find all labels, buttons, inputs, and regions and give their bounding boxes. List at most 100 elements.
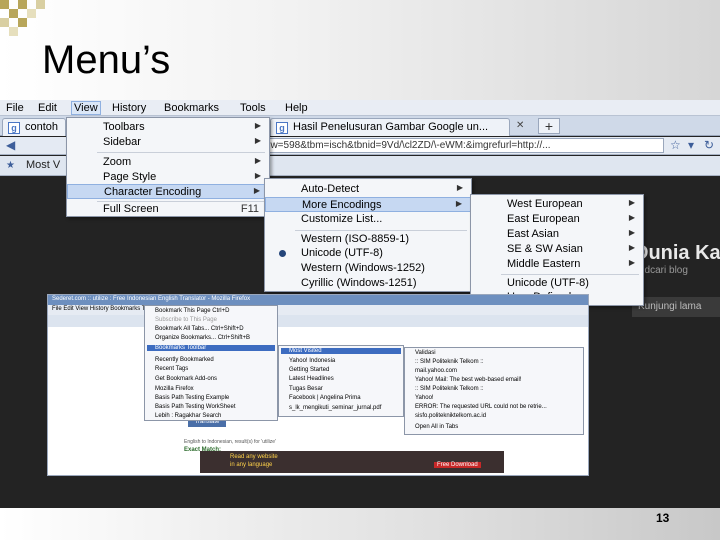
mini-menu-item[interactable]: Mozilla Firefox [155,386,194,392]
mini-bookmarks-menu: Bookmark This Page Ctrl+D Subscribe to T… [144,305,278,421]
menu-bookmarks[interactable]: Bookmarks [164,102,219,114]
banner-line: in any language [230,462,273,468]
menu-item-sidebar[interactable]: Sidebar ▶ [67,135,269,150]
mini-ad-banner: Read any website in any language Free Do… [200,451,504,473]
mini-menu-item[interactable]: :: SIM Politeknik Telkom :: [415,386,484,392]
menu-file[interactable]: File [6,102,24,114]
menu-item-east-european[interactable]: East European ▶ [471,212,643,227]
more-encodings-menu: West European ▶ East European ▶ East Asian… [470,194,644,306]
submenu-arrow-icon: ▶ [455,199,462,208]
back-icon[interactable]: ◀ [6,138,15,152]
visit-button[interactable]: Kunjungi lama [632,297,720,317]
menu-item-west-european[interactable]: West European ▶ [471,197,643,212]
submenu-arrow-icon: ▶ [254,156,261,165]
menu-item-full-screen[interactable]: Full Screen F11 [67,202,269,217]
mini-menu-item[interactable]: Basis Path Testing Example [155,395,229,401]
submenu-arrow-icon: ▶ [628,243,635,252]
mini-menu-item[interactable]: Tugas Besar [289,386,323,392]
bookmark-star-icon[interactable]: ☆ [670,138,681,152]
menu-item-western-windows[interactable]: Western (Windows-1252) [265,261,471,276]
menu-edit[interactable]: Edit [38,102,57,114]
menu-item-cyrillic[interactable]: Cyrillic (Windows-1251) [265,276,471,291]
submenu-arrow-icon: ▶ [628,258,635,267]
character-encoding-menu: Auto-Detect ▶ More Encodings ▶ Customize L… [264,178,472,292]
slide-page-number: 13 [656,511,670,525]
google-icon: g [276,122,288,134]
mini-menu-item[interactable]: Validasi [415,350,436,356]
star-icon: ★ [6,160,15,171]
menu-separator [295,230,467,231]
mini-most-visited-menu: Validasi :: SIM Politeknik Telkom :: mai… [404,347,584,435]
mini-menu-item[interactable]: Lebih : Ragakhar Search [155,413,221,419]
mini-menu-item[interactable]: Open All in Tabs [415,424,458,430]
free-download-button[interactable]: Free Download [434,462,481,468]
mini-menu-item[interactable]: sisfo.politekniktelkom.ac.id [415,413,486,419]
result-line: English to Indonesian, result(s) for 'ut… [184,439,276,445]
menu-separator [501,274,639,275]
mini-menu-item[interactable]: ERROR: The requested URL could not be re… [415,404,547,410]
mini-menu-item[interactable]: Bookmark This Page Ctrl+D [155,308,229,314]
slide-title: Menu’s [42,38,171,82]
tab-contoh[interactable]: g contoh [2,118,66,136]
mini-menu-item[interactable]: s_lk_mengikuti_seminar_jurnal.pdf [289,405,381,411]
mini-menu-item[interactable]: Yahoo! [415,395,434,401]
browser-menubar: File Edit View History Bookmarks Tools H… [0,100,720,116]
submenu-arrow-icon: ▶ [254,171,261,180]
mini-menu-item-bookmarks-toolbar[interactable]: Bookmarks Toolbar [147,345,275,351]
mini-menu-item[interactable]: Facebook | Angelina Prima [289,395,361,401]
browser-screenshot: File Edit View History Bookmarks Tools H… [0,100,720,508]
submenu-arrow-icon: ▶ [628,228,635,237]
mini-menu-item[interactable]: Subscribe to This Page [155,317,217,323]
menu-item-zoom[interactable]: Zoom ▶ [67,155,269,170]
dropdown-icon[interactable]: ▾ [688,138,694,152]
menu-item-unicode-utf8[interactable]: Unicode (UTF-8) [265,246,471,261]
mini-menu-item[interactable]: Getting Started [289,367,329,373]
mini-menu-item-most-visited[interactable]: Most Visited [281,348,401,354]
menu-item-customize-list[interactable]: Customize List... [265,212,471,227]
menu-item-toolbars[interactable]: Toolbars ▶ [67,120,269,135]
mini-menu-item[interactable]: Yahoo! Indonesia [289,358,335,364]
menu-item-character-encoding[interactable]: Character Encoding ▶ [67,184,269,199]
submenu-arrow-icon: ▶ [254,136,261,145]
url-field[interactable]: &biw=598&tbm=isch&tbnid=9Vd/\cl2ZD/\-eWM… [252,138,664,153]
close-tab-icon[interactable]: ✕ [516,120,524,131]
menu-item-middle-eastern[interactable]: Middle Eastern ▶ [471,257,643,272]
mini-menu-item[interactable]: Basis Path Testing WorkSheet [155,404,236,410]
menu-item-page-style[interactable]: Page Style ▶ [67,170,269,185]
tab-label: Hasil Penelusuran Gambar Google un... [293,121,489,133]
mini-menu-item[interactable]: Recent Tags [155,366,188,372]
menu-tools[interactable]: Tools [240,102,266,114]
view-menu: Toolbars ▶ Sidebar ▶ Zoom ▶ Page Style ▶ Cha… [66,117,270,217]
mini-menu-item[interactable]: Yahoo! Mail: The best web-based email! [415,377,522,383]
mini-menu-item[interactable]: Organize Bookmarks... Ctrl+Shift+B [155,335,250,341]
mini-menu-item[interactable]: Get Bookmark Add-ons [155,376,217,382]
submenu-arrow-icon: ▶ [456,183,463,192]
mini-menu-item[interactable]: :: SIM Politeknik Telkom :: [415,359,484,365]
google-icon: g [8,122,20,134]
menu-item-se-sw-asian[interactable]: SE & SW Asian ▶ [471,242,643,257]
bottom-band [0,508,720,540]
bookmark-most-visited[interactable]: Most V [26,159,60,171]
submenu-arrow-icon: ▶ [253,186,260,195]
menu-view[interactable]: View [71,101,101,115]
menu-item-more-encodings[interactable]: More Encodings ▶ [265,197,471,212]
tab-google-images[interactable]: g Hasil Penelusuran Gambar Google un... [270,118,510,136]
menu-help[interactable]: Help [285,102,308,114]
menu-separator [97,152,265,153]
submenu-arrow-icon: ▶ [254,121,261,130]
mini-toolbar-menu: Most Visited Yahoo! Indonesia Getting St… [278,345,404,417]
mini-menu-item[interactable]: Bookmark All Tabs... Ctrl+Shift+D [155,326,244,332]
mini-menu-item[interactable]: Latest Headlines [289,376,334,382]
reload-icon[interactable]: ↻ [704,138,714,152]
new-tab-button[interactable]: + [538,118,560,134]
menu-item-east-asian[interactable]: East Asian ▶ [471,227,643,242]
menu-item-western-iso[interactable]: Western (ISO-8859-1) [265,232,471,247]
mini-menu-item[interactable]: mail.yahoo.com [415,368,457,374]
corner-checker-decoration [0,0,54,42]
menu-item-unicode-utf8-more[interactable]: Unicode (UTF-8) [471,276,643,291]
submenu-arrow-icon: ▶ [628,213,635,222]
mini-menu-item[interactable]: Recently Bookmarked [155,357,214,363]
menu-item-auto-detect[interactable]: Auto-Detect ▶ [265,182,471,197]
embedded-firefox-screenshot: Sederet.com :: utilize : Free Indonesian… [47,294,589,476]
menu-history[interactable]: History [112,102,146,114]
